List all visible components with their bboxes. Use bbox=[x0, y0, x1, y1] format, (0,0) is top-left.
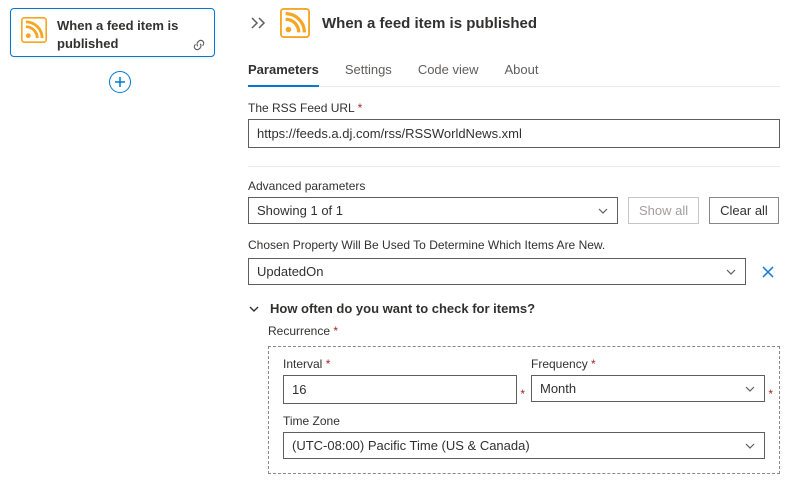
required-asterisk: * bbox=[326, 357, 331, 371]
frequency-label: Frequency * bbox=[531, 357, 765, 371]
advanced-params-select[interactable]: Showing 1 of 1 bbox=[248, 197, 618, 224]
timezone-label: Time Zone bbox=[283, 414, 765, 428]
chevron-down-icon bbox=[744, 440, 756, 452]
recurrence-label: Recurrence * bbox=[268, 324, 780, 338]
required-asterisk: * bbox=[333, 324, 338, 338]
chevron-down-icon bbox=[248, 303, 260, 315]
panel-title: When a feed item is published bbox=[322, 15, 537, 32]
tab-parameters[interactable]: Parameters bbox=[248, 56, 319, 87]
trigger-card-title: When a feed item is published bbox=[57, 17, 204, 52]
collapse-panel-button[interactable] bbox=[248, 13, 268, 33]
recurrence-accordion-title: How often do you want to check for items… bbox=[270, 301, 535, 316]
link-icon bbox=[192, 38, 206, 52]
frequency-select[interactable]: Month bbox=[531, 375, 765, 402]
rss-url-input[interactable] bbox=[248, 119, 780, 148]
chevron-down-icon bbox=[725, 266, 737, 278]
timezone-select[interactable]: (UTC-08:00) Pacific Time (US & Canada) bbox=[283, 432, 765, 459]
chosen-property-label: Chosen Property Will Be Used To Determin… bbox=[248, 238, 780, 252]
clear-all-button[interactable]: Clear all bbox=[709, 197, 779, 224]
chevron-down-icon bbox=[597, 205, 609, 217]
interval-label: Interval * bbox=[283, 357, 517, 371]
divider bbox=[248, 166, 780, 167]
rss-icon bbox=[280, 8, 310, 38]
remove-property-button[interactable] bbox=[756, 260, 780, 284]
show-all-button: Show all bbox=[628, 197, 699, 224]
tab-about[interactable]: About bbox=[505, 56, 539, 86]
recurrence-accordion-toggle[interactable]: How often do you want to check for items… bbox=[248, 301, 780, 316]
recurrence-group: Interval * * Frequency * Month * bbox=[268, 346, 780, 474]
required-asterisk: * bbox=[591, 357, 596, 371]
chosen-property-select[interactable]: UpdatedOn bbox=[248, 258, 746, 285]
required-asterisk: * bbox=[520, 387, 525, 401]
rss-url-label: The RSS Feed URL * bbox=[248, 101, 780, 115]
interval-input[interactable] bbox=[283, 375, 517, 404]
tab-codeview[interactable]: Code view bbox=[418, 56, 479, 86]
trigger-card[interactable]: When a feed item is published bbox=[10, 8, 215, 57]
required-asterisk: * bbox=[768, 387, 773, 401]
tab-settings[interactable]: Settings bbox=[345, 56, 392, 86]
add-step-button[interactable] bbox=[109, 71, 131, 93]
required-asterisk: * bbox=[358, 101, 363, 115]
tab-bar: Parameters Settings Code view About bbox=[248, 56, 780, 87]
advanced-params-label: Advanced parameters bbox=[248, 179, 780, 193]
chevron-down-icon bbox=[744, 383, 756, 395]
rss-icon bbox=[21, 17, 47, 43]
